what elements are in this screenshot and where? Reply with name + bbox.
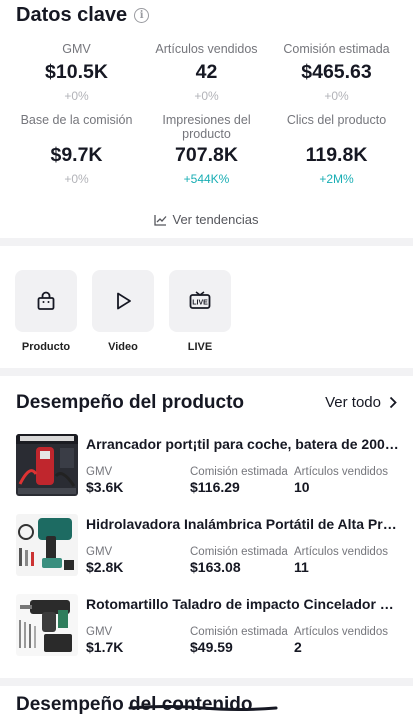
- stat-label: Artículos vendidos: [294, 626, 388, 638]
- product-gmv: GMV $3.6K: [86, 466, 123, 495]
- metric-estimated-commission[interactable]: Comisión estimada $465.63 +0%: [268, 42, 405, 103]
- metric-label: GMV: [62, 42, 91, 56]
- product-items-sold: Artículos vendidos 2: [294, 626, 388, 655]
- key-data-header: Datos clave i: [16, 4, 150, 27]
- stat-label: GMV: [86, 546, 113, 558]
- metric-value: 42: [195, 61, 218, 83]
- product-name: Rotomartillo Taladro de impacto Cincelad…: [86, 596, 399, 612]
- product-gmv: GMV $2.8K: [86, 546, 123, 575]
- product-performance-title: Desempeño del producto: [16, 392, 245, 413]
- stat-value: $3.6K: [86, 479, 124, 495]
- content-performance-section: Desempeño del contenido: [0, 686, 413, 720]
- stat-label: Comisión estimada: [190, 546, 288, 558]
- tile-product[interactable]: Producto: [15, 270, 77, 353]
- tile-label: Producto: [21, 341, 71, 353]
- play-icon: [117, 292, 131, 310]
- metric-delta: +0%: [194, 89, 219, 103]
- metric-items-sold[interactable]: Artículos vendidos 42 +0%: [138, 42, 275, 103]
- metric-delta: +0%: [64, 89, 89, 103]
- metric-commission-base[interactable]: Base de la comisión $9.7K +0%: [8, 113, 145, 186]
- product-row[interactable]: Arrancador port¡til para coche, batera d…: [16, 434, 413, 498]
- metric-label: Base de la comisión: [20, 113, 133, 127]
- see-all-link[interactable]: Ver todo: [325, 394, 397, 411]
- metric-delta: +0%: [324, 89, 349, 103]
- product-row[interactable]: Hidrolavadora Inalámbrica Portátil de Al…: [16, 514, 413, 578]
- stat-value: 2: [294, 639, 302, 655]
- metric-label: Impresiones del producto: [162, 113, 251, 141]
- product-thumbnail-jump-starter[interactable]: [16, 434, 78, 496]
- product-items-sold: Artículos vendidos 11: [294, 546, 388, 575]
- see-trends-link[interactable]: Ver tendencias: [0, 212, 413, 227]
- see-trends-label: Ver tendencias: [172, 212, 259, 227]
- product-thumbnail-rotary-hammer[interactable]: [16, 594, 78, 656]
- product-gmv: GMV $1.7K: [86, 626, 123, 655]
- redaction-scribble: [128, 705, 278, 711]
- tile-label: LIVE: [187, 341, 213, 353]
- product-row[interactable]: Rotomartillo Taladro de impacto Cincelad…: [16, 594, 413, 658]
- metric-value: 119.8K: [305, 144, 368, 166]
- metric-label: Clics del producto: [286, 113, 387, 127]
- metric-product-clicks[interactable]: Clics del producto 119.8K +2M%: [268, 113, 405, 186]
- product-name: Arrancador port¡til para coche, batera d…: [86, 436, 399, 452]
- metric-gmv[interactable]: GMV $10.5K +0%: [8, 42, 145, 103]
- stat-label: Comisión estimada: [190, 466, 288, 478]
- stat-value: 11: [294, 559, 309, 575]
- metric-label: Comisión estimada: [283, 42, 390, 56]
- info-icon[interactable]: i: [134, 8, 150, 23]
- see-all-label: Ver todo: [325, 394, 381, 411]
- product-commission: Comisión estimada $163.08: [190, 546, 288, 575]
- metric-value: 707.8K: [175, 144, 238, 166]
- metric-value: $9.7K: [50, 144, 103, 166]
- stat-label: Artículos vendidos: [294, 546, 388, 558]
- stat-label: Artículos vendidos: [294, 466, 388, 478]
- metric-delta: +544K%: [183, 172, 230, 186]
- stat-value: 10: [294, 479, 310, 495]
- product-items-sold: Artículos vendidos 10: [294, 466, 388, 495]
- stat-value: $1.7K: [86, 639, 124, 655]
- product-commission: Comisión estimada $116.29: [190, 466, 288, 495]
- stat-label: Comisión estimada: [190, 626, 288, 638]
- key-data-title: Datos clave: [16, 4, 128, 26]
- product-thumbnail-pressure-washer[interactable]: [16, 514, 78, 576]
- tile-label: Video: [108, 341, 138, 353]
- svg-text:LIVE: LIVE: [192, 300, 208, 307]
- tile-product-box[interactable]: [15, 270, 77, 332]
- stat-value: $2.8K: [86, 559, 124, 575]
- metric-delta: +2M%: [319, 172, 354, 186]
- tile-live[interactable]: LIVE LIVE: [169, 270, 231, 353]
- product-name: Hidrolavadora Inalámbrica Portátil de Al…: [86, 516, 399, 532]
- metric-value: $465.63: [301, 61, 372, 83]
- content-type-section: Producto Video LIVE LIVE: [0, 246, 413, 368]
- live-tv-icon: LIVE: [189, 291, 211, 309]
- shopping-bag-icon: [37, 291, 55, 310]
- stat-label: GMV: [86, 466, 113, 478]
- metric-value: $10.5K: [45, 61, 108, 83]
- product-commission: Comisión estimada $49.59: [190, 626, 288, 655]
- metric-delta: +0%: [64, 172, 89, 186]
- tile-live-box[interactable]: LIVE: [169, 270, 231, 332]
- metric-product-impressions[interactable]: Impresiones del producto 707.8K +544K%: [138, 113, 275, 186]
- stat-value: $163.08: [190, 559, 241, 575]
- tile-video-box[interactable]: [92, 270, 154, 332]
- metric-label: Artículos vendidos: [155, 42, 258, 56]
- stat-value: $49.59: [190, 639, 233, 655]
- stat-label: GMV: [86, 626, 113, 638]
- stat-value: $116.29: [190, 479, 240, 495]
- key-data-section: Datos clave i GMV $10.5K +0% Artículos v…: [0, 0, 413, 238]
- tile-video[interactable]: Video: [92, 270, 154, 353]
- chevron-right-icon: [389, 396, 397, 409]
- trend-chart-icon: [154, 214, 167, 226]
- product-performance-section: Desempeño del producto Ver todo Arrancad…: [0, 376, 413, 678]
